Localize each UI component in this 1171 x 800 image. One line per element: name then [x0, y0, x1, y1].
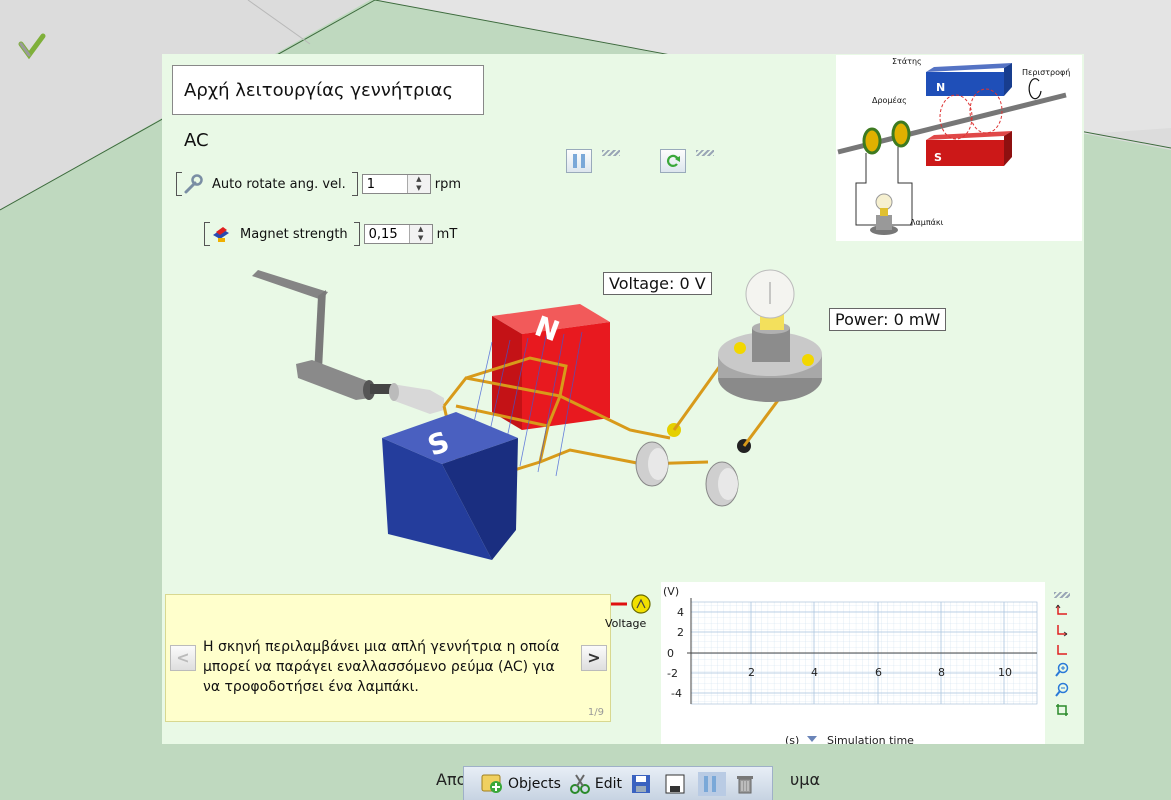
- inset-rotation-label: Περιστροφή: [1022, 68, 1070, 77]
- save-button[interactable]: [630, 773, 656, 795]
- bracket: [353, 222, 360, 246]
- check-icon[interactable]: [17, 30, 47, 60]
- delete-button[interactable]: [734, 773, 760, 795]
- save-as-button[interactable]: [664, 773, 690, 795]
- y-tick: 4: [677, 606, 684, 619]
- inset-stator-label: Στάτης: [892, 57, 922, 66]
- prev-button[interactable]: <: [170, 645, 196, 671]
- voltage-label: Voltage: 0 V: [603, 272, 712, 295]
- objects-label: Objects: [508, 775, 561, 792]
- reset-button[interactable]: [660, 149, 686, 173]
- x-axis-label: Simulation time: [827, 734, 914, 744]
- voltage-legend[interactable]: Voltage: [603, 593, 659, 635]
- wrench-icon: [184, 174, 203, 194]
- magnet-unit: mT: [436, 226, 458, 242]
- inset-s-label: S: [934, 151, 942, 164]
- x-unit-label: (s): [785, 734, 799, 744]
- pause-toolbar-button[interactable]: [698, 771, 727, 796]
- page-title: Αρχή λειτουργίας γεννήτριας AC: [172, 65, 484, 151]
- info-panel: < Η σκηνή περιλαμβάνει μια απλή γεννήτρι…: [165, 594, 611, 722]
- bracket: [351, 172, 358, 196]
- refresh-icon: [666, 154, 680, 167]
- magnet-spinner[interactable]: ▲▼: [363, 224, 433, 244]
- light-bulb[interactable]: [718, 269, 822, 402]
- y-tick: 2: [677, 626, 684, 639]
- magnet-spin-buttons[interactable]: ▲ ▼: [408, 225, 432, 243]
- magnet-control: Magnet strength ▲▼ mT: [204, 222, 457, 246]
- y-unit-label: (V): [663, 585, 679, 598]
- y-tick: -2: [667, 667, 678, 680]
- x-axis-dropdown-icon[interactable]: [807, 736, 817, 742]
- voltage-graph[interactable]: (V) 4 2 0 -2 -4 2 4 6 8 10 (s) Simulatio…: [661, 582, 1045, 747]
- inset-rotor-label: Δρομέας: [872, 95, 907, 105]
- scissors-icon: [569, 773, 590, 794]
- graph-toolbar: [1053, 591, 1075, 720]
- add-objects-icon: [481, 774, 502, 793]
- graph-toolbar-handle[interactable]: [1053, 591, 1071, 599]
- graph-canvas: (V) 4 2 0 -2 -4 2 4 6 8 10 (s) Simulatio…: [663, 585, 1038, 747]
- save-as-icon: [665, 774, 685, 793]
- pause-button[interactable]: [566, 149, 592, 173]
- inset-n-label: N: [936, 81, 945, 94]
- inset-lamp-label: Λαμπάκι: [910, 218, 944, 227]
- y-tick: -4: [671, 687, 682, 700]
- bottom-caption-right: υμα: [790, 770, 820, 789]
- rotate-unit: rpm: [434, 176, 462, 192]
- zoom-in-icon[interactable]: [1053, 660, 1071, 679]
- x-tick: 2: [748, 666, 755, 679]
- rotate-control: Auto rotate ang. vel. ▲▼ rpm: [176, 172, 461, 196]
- axis-extent-y-icon[interactable]: [1053, 620, 1071, 639]
- magnet-label: Magnet strength: [240, 226, 348, 242]
- axis-extent-x-icon[interactable]: [1053, 600, 1071, 619]
- objects-button[interactable]: Objects: [480, 773, 561, 795]
- rotate-input[interactable]: [362, 176, 407, 192]
- rotate-spinner[interactable]: ▲▼: [361, 174, 431, 194]
- rotate-spin-buttons[interactable]: ▲ ▼: [406, 175, 430, 193]
- axis-extent-icon[interactable]: [1053, 640, 1071, 659]
- edit-button[interactable]: Edit: [569, 773, 622, 795]
- south-magnet[interactable]: S: [382, 412, 518, 560]
- info-text: Η σκηνή περιλαμβάνει μια απλή γεννήτρια …: [203, 639, 560, 695]
- edit-label: Edit: [594, 775, 623, 792]
- x-tick: 4: [811, 666, 818, 679]
- voltage-meter-icon: [611, 594, 651, 614]
- zoom-out-icon[interactable]: [1053, 680, 1071, 699]
- legend-label: Voltage: [605, 617, 647, 630]
- y-tick: 0: [667, 647, 674, 660]
- bottom-toolbar: Objects Edit: [463, 766, 773, 800]
- rotate-label: Auto rotate ang. vel.: [212, 176, 346, 192]
- crop-icon[interactable]: [1053, 700, 1071, 719]
- save-icon: [632, 774, 651, 793]
- page-indicator: 1/9: [587, 707, 604, 718]
- crank-handle[interactable]: [252, 270, 444, 414]
- pause-icon: [573, 154, 585, 168]
- pause-icon: [704, 775, 717, 792]
- bottom-caption-left: Απο: [436, 770, 467, 789]
- generator-scene: N S: [252, 269, 822, 560]
- next-button[interactable]: >: [581, 645, 607, 671]
- x-tick: 6: [875, 666, 882, 679]
- magnet-icon: [213, 227, 229, 242]
- generator-diagram-image: N S Στάτης Δρομέας Περιστροφή Λαμπάκι: [836, 55, 1082, 241]
- power-label: Power: 0 mW: [829, 308, 947, 331]
- x-tick: 8: [938, 666, 945, 679]
- trash-icon: [737, 775, 754, 793]
- magnet-input[interactable]: [364, 226, 409, 242]
- pause-options-handle[interactable]: [602, 150, 620, 156]
- x-tick: 10: [998, 666, 1012, 679]
- reset-options-handle[interactable]: [696, 150, 714, 156]
